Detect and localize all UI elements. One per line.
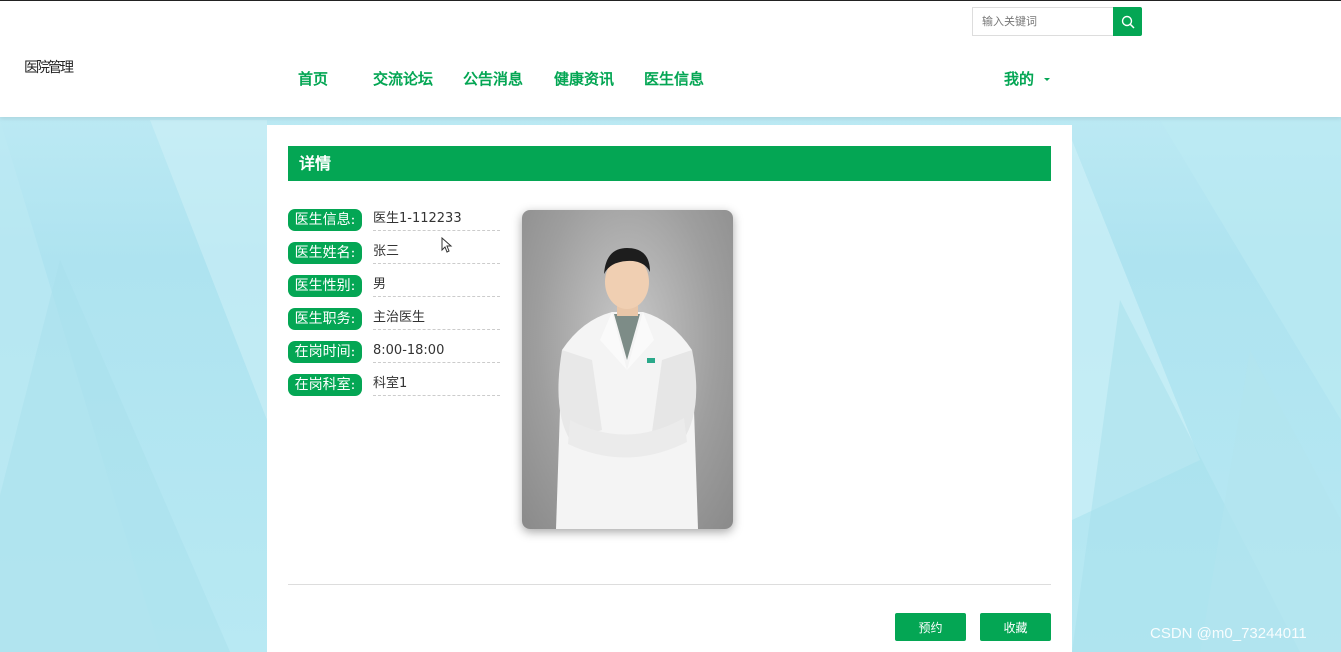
nav-mine-dropdown[interactable]: 我的 xyxy=(1004,68,1051,89)
search-box xyxy=(972,7,1142,36)
search-input[interactable] xyxy=(972,7,1114,36)
field-value: 8:00-18:00 xyxy=(373,341,500,363)
mouse-cursor-icon xyxy=(441,237,453,253)
field-label: 在岗科室: xyxy=(288,374,362,396)
top-header: 医院管理 首页 交流论坛 公告消息 健康资讯 医生信息 我的 xyxy=(0,0,1341,117)
nav-forum[interactable]: 交流论坛 xyxy=(373,68,433,89)
field-value: 医生1-112233 xyxy=(373,209,500,231)
field-label: 在岗时间: xyxy=(288,341,362,363)
field-label: 医生职务: xyxy=(288,308,362,330)
doctor-figure xyxy=(556,248,698,529)
nav-doctor-info[interactable]: 医生信息 xyxy=(644,68,704,89)
field-label: 医生信息: xyxy=(288,209,362,231)
nav-home[interactable]: 首页 xyxy=(298,68,328,89)
nav-announcements[interactable]: 公告消息 xyxy=(463,68,523,89)
search-button[interactable] xyxy=(1113,7,1142,36)
detail-panel: 详情 医生信息: 医生1-112233 医生姓名: 张三 医生性别: 男 医生职… xyxy=(267,125,1072,652)
site-logo[interactable]: 医院管理 xyxy=(24,57,74,77)
nav-health-news[interactable]: 健康资讯 xyxy=(554,68,614,89)
doctor-photo xyxy=(522,210,733,529)
favorite-button[interactable]: 收藏 xyxy=(980,613,1051,641)
field-value: 男 xyxy=(373,275,500,297)
divider xyxy=(288,584,1051,585)
panel-title: 详情 xyxy=(288,146,1051,181)
watermark: CSDN @m0_73244011 xyxy=(1150,625,1307,642)
chevron-down-icon xyxy=(1044,78,1051,81)
field-value: 主治医生 xyxy=(373,308,500,330)
field-label: 医生姓名: xyxy=(288,242,362,264)
field-value: 科室1 xyxy=(373,374,500,396)
field-value: 张三 xyxy=(373,242,500,264)
search-icon xyxy=(1121,15,1135,29)
book-button[interactable]: 预约 xyxy=(895,613,966,641)
field-label: 医生性别: xyxy=(288,275,362,297)
nav-mine-label: 我的 xyxy=(1004,70,1035,88)
